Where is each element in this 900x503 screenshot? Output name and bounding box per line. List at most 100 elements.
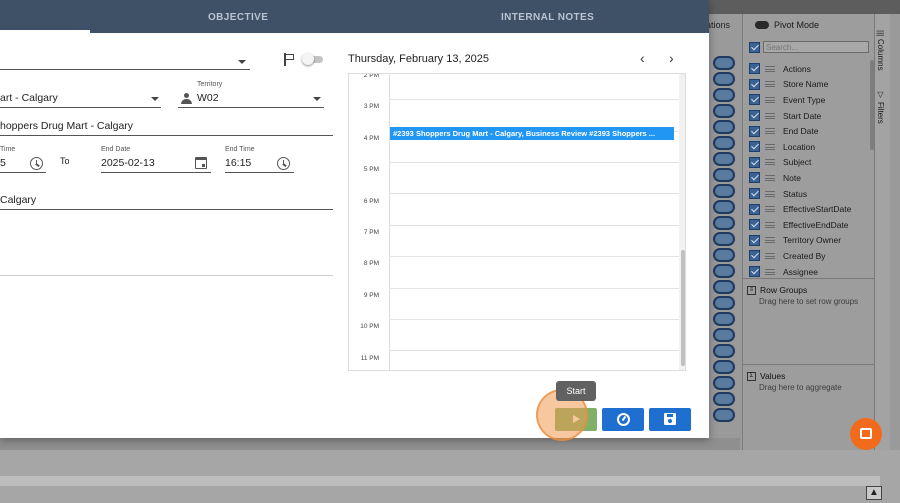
end-date-value[interactable]: 2025-02-13 — [101, 157, 155, 169]
column-checkbox[interactable] — [749, 63, 760, 75]
edit-icon[interactable] — [713, 88, 735, 102]
clock-icon[interactable] — [30, 157, 43, 170]
toggle-switch[interactable] — [302, 53, 324, 65]
column-item[interactable]: Event Type — [749, 92, 871, 108]
chevron-down-icon[interactable] — [238, 60, 246, 64]
values-hint[interactable]: Drag here to aggregate — [743, 381, 875, 393]
edit-icon[interactable] — [713, 200, 735, 214]
location-value[interactable]: hoppers Drug Mart - Calgary — [0, 120, 133, 132]
chevron-left-icon[interactable]: ‹ — [640, 51, 645, 65]
tab-columns[interactable]: ||| Columns — [876, 30, 885, 71]
column-item[interactable]: Actions — [749, 61, 871, 77]
select-all-checkbox[interactable] — [749, 41, 760, 53]
edit-icon[interactable] — [713, 328, 735, 342]
drag-handle-icon[interactable] — [765, 128, 775, 135]
edit-icon[interactable] — [713, 408, 735, 422]
edit-icon[interactable] — [713, 264, 735, 278]
subject-value[interactable]: Calgary — [0, 194, 36, 206]
edit-icon[interactable] — [713, 376, 735, 390]
edit-icon[interactable] — [713, 280, 735, 294]
column-checkbox[interactable] — [749, 141, 760, 153]
edit-icon[interactable] — [713, 216, 735, 230]
hour-gridline[interactable] — [389, 224, 679, 226]
hour-gridline[interactable] — [389, 162, 679, 163]
horizontal-scrollbar[interactable] — [0, 476, 880, 486]
column-checkbox[interactable] — [749, 78, 760, 90]
column-checkbox[interactable] — [749, 94, 760, 106]
edit-icon[interactable] — [713, 56, 735, 70]
edit-icon[interactable] — [713, 168, 735, 182]
column-item[interactable]: Status — [749, 186, 871, 202]
column-checkbox[interactable] — [749, 110, 760, 122]
store-value[interactable]: art - Calgary — [0, 92, 58, 104]
tab-internal-notes[interactable]: INTERNAL NOTES — [501, 12, 594, 23]
column-search-input[interactable] — [763, 41, 869, 53]
drag-handle-icon[interactable] — [765, 96, 775, 103]
edit-icon[interactable] — [713, 232, 735, 246]
calendar-scroll-thumb[interactable] — [681, 250, 685, 366]
column-item[interactable]: Note — [749, 170, 871, 186]
hour-gridline[interactable] — [389, 256, 679, 258]
column-item[interactable]: Start Date — [749, 108, 871, 124]
column-checkbox[interactable] — [749, 234, 760, 246]
column-checkbox[interactable] — [749, 250, 760, 262]
edit-icon[interactable] — [713, 248, 735, 262]
flag-icon[interactable] — [283, 53, 295, 66]
drag-handle-icon[interactable] — [765, 143, 775, 150]
calendar-event[interactable]: #2393 Shoppers Drug Mart - Calgary, Busi… — [390, 127, 674, 140]
edit-icon[interactable] — [713, 104, 735, 118]
drag-handle-icon[interactable] — [765, 268, 775, 275]
calendar-scrollbar[interactable] — [679, 74, 685, 370]
edit-icon[interactable] — [713, 312, 735, 326]
drag-handle-icon[interactable] — [765, 190, 775, 197]
column-item[interactable]: EffectiveStartDate — [749, 201, 871, 217]
column-item[interactable]: Location — [749, 139, 871, 155]
edit-icon[interactable] — [713, 360, 735, 374]
column-item[interactable]: EffectiveEndDate — [749, 217, 871, 233]
calendar-icon[interactable] — [195, 157, 207, 169]
drag-handle-icon[interactable] — [765, 237, 775, 244]
chat-button[interactable] — [850, 418, 882, 450]
save-button[interactable] — [649, 408, 691, 431]
edit-icon[interactable] — [713, 296, 735, 310]
chevron-down-icon[interactable] — [313, 97, 321, 101]
column-item[interactable]: Created By — [749, 248, 871, 264]
pivot-mode-toggle[interactable]: Pivot Mode — [755, 20, 819, 30]
column-item[interactable]: Subject — [749, 155, 871, 171]
hour-gridline[interactable] — [389, 287, 679, 289]
column-checkbox[interactable] — [749, 125, 760, 137]
column-checkbox[interactable] — [749, 156, 760, 168]
column-item[interactable]: Store Name — [749, 77, 871, 93]
column-checkbox[interactable] — [749, 203, 760, 215]
column-item[interactable]: Territory Owner — [749, 233, 871, 249]
column-checkbox[interactable] — [749, 266, 760, 278]
hour-gridline[interactable] — [389, 319, 679, 320]
drag-handle-icon[interactable] — [765, 65, 775, 72]
expand-up-icon[interactable]: ▲ — [866, 486, 882, 500]
clock-icon[interactable] — [277, 157, 290, 170]
drag-handle-icon[interactable] — [765, 81, 775, 88]
drag-handle-icon[interactable] — [765, 174, 775, 181]
start-time-value[interactable]: 5 — [0, 157, 6, 169]
tab-filters[interactable]: ▽ Filters — [876, 90, 885, 124]
column-checkbox[interactable] — [749, 219, 760, 231]
hour-gridline[interactable] — [389, 350, 679, 352]
drag-handle-icon[interactable] — [765, 252, 775, 259]
row-groups-hint[interactable]: Drag here to set row groups — [743, 295, 875, 307]
hour-gridline[interactable] — [389, 99, 679, 101]
drag-handle-icon[interactable] — [765, 159, 775, 166]
column-checkbox[interactable] — [749, 188, 760, 200]
territory-value[interactable]: W02 — [197, 92, 219, 104]
chevron-down-icon[interactable] — [151, 97, 159, 101]
column-item[interactable]: End Date — [749, 123, 871, 139]
edit-icon[interactable] — [713, 152, 735, 166]
drag-handle-icon[interactable] — [765, 206, 775, 213]
edit-icon[interactable] — [713, 344, 735, 358]
edit-icon[interactable] — [713, 72, 735, 86]
chevron-right-icon[interactable]: › — [669, 51, 674, 65]
column-checkbox[interactable] — [749, 172, 760, 184]
hour-gridline[interactable] — [389, 193, 679, 195]
edit-icon[interactable] — [713, 136, 735, 150]
edit-icon[interactable] — [713, 184, 735, 198]
column-item[interactable]: Assignee — [749, 264, 871, 280]
